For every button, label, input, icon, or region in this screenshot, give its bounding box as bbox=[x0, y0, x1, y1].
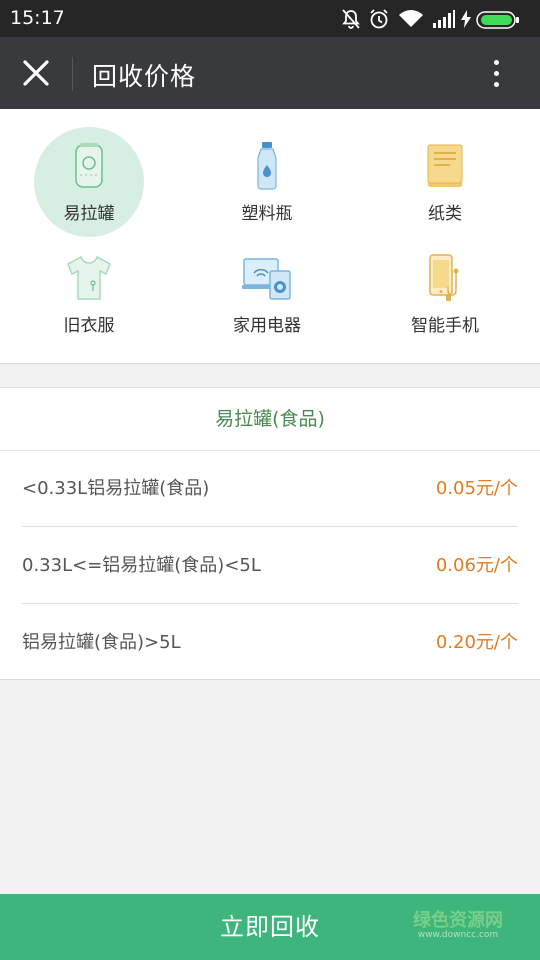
price-card: 易拉罐(食品) <0.33L铝易拉罐(食品) 0.05元/个 0.33L<=铝易… bbox=[0, 387, 540, 680]
price-row: 0.33L<=铝易拉罐(食品)<5L 0.06元/个 bbox=[22, 527, 518, 604]
status-time: 15:17 bbox=[10, 7, 65, 29]
more-options-button[interactable] bbox=[478, 53, 516, 95]
category-label: 纸类 bbox=[428, 204, 462, 224]
category-paper[interactable]: 纸类 bbox=[390, 127, 500, 237]
price-item-value: 0.06元/个 bbox=[435, 555, 518, 576]
category-home-appliances[interactable]: 家用电器 bbox=[212, 239, 322, 349]
category-smartphones[interactable]: 智能手机 bbox=[390, 239, 500, 349]
price-item-value: 0.20元/个 bbox=[435, 632, 518, 653]
more-dot bbox=[494, 71, 499, 76]
close-button[interactable] bbox=[14, 51, 58, 95]
category-label: 家用电器 bbox=[233, 316, 301, 336]
wifi-icon bbox=[399, 10, 423, 27]
alarm-icon bbox=[370, 9, 388, 29]
price-list-heading: 易拉罐(食品) bbox=[0, 388, 540, 451]
close-icon bbox=[23, 60, 49, 86]
category-label: 塑料瓶 bbox=[241, 204, 293, 224]
battery-icon bbox=[476, 11, 519, 29]
bottle-icon bbox=[257, 142, 277, 190]
charging-icon bbox=[461, 10, 471, 28]
signal-icon bbox=[433, 10, 455, 28]
category-label: 易拉罐 bbox=[63, 204, 115, 224]
can-icon bbox=[75, 143, 103, 188]
paper-icon bbox=[427, 144, 463, 187]
price-item-value: 0.05元/个 bbox=[435, 478, 518, 499]
price-item-label: 铝易拉罐(食品)>5L bbox=[22, 632, 181, 653]
category-panel: 易拉罐 塑料瓶 纸类 旧衣服 家用电器 智能手机 bbox=[0, 109, 540, 364]
page-title: 回收价格 bbox=[92, 62, 197, 91]
watermark-url: www.downcc.com bbox=[417, 930, 499, 940]
category-cans[interactable]: 易拉罐 bbox=[34, 127, 144, 237]
more-dot bbox=[494, 82, 499, 87]
category-old-clothes[interactable]: 旧衣服 bbox=[34, 239, 144, 349]
more-vertical-icon bbox=[494, 60, 499, 65]
category-label: 旧衣服 bbox=[63, 316, 115, 336]
price-row: <0.33L铝易拉罐(食品) 0.05元/个 bbox=[22, 450, 518, 527]
price-item-label: <0.33L铝易拉罐(食品) bbox=[22, 478, 210, 499]
header-divider bbox=[72, 57, 73, 91]
status-bar: 15:17 bbox=[0, 0, 540, 37]
watermark-text: 绿色资源网 bbox=[413, 910, 503, 931]
category-label: 智能手机 bbox=[411, 316, 479, 336]
price-row: 铝易拉罐(食品)>5L 0.20元/个 bbox=[22, 604, 518, 680]
watermark: 绿色资源网 www.downcc.com bbox=[398, 906, 518, 950]
smartphone-icon bbox=[429, 254, 459, 301]
app-header: 回收价格 bbox=[0, 37, 540, 109]
appliance-icon bbox=[242, 258, 291, 300]
bell-off-icon bbox=[342, 9, 360, 29]
category-plastic-bottles[interactable]: 塑料瓶 bbox=[212, 127, 322, 237]
clothes-icon bbox=[67, 255, 111, 300]
status-icons bbox=[340, 6, 530, 32]
price-item-label: 0.33L<=铝易拉罐(食品)<5L bbox=[22, 555, 261, 576]
